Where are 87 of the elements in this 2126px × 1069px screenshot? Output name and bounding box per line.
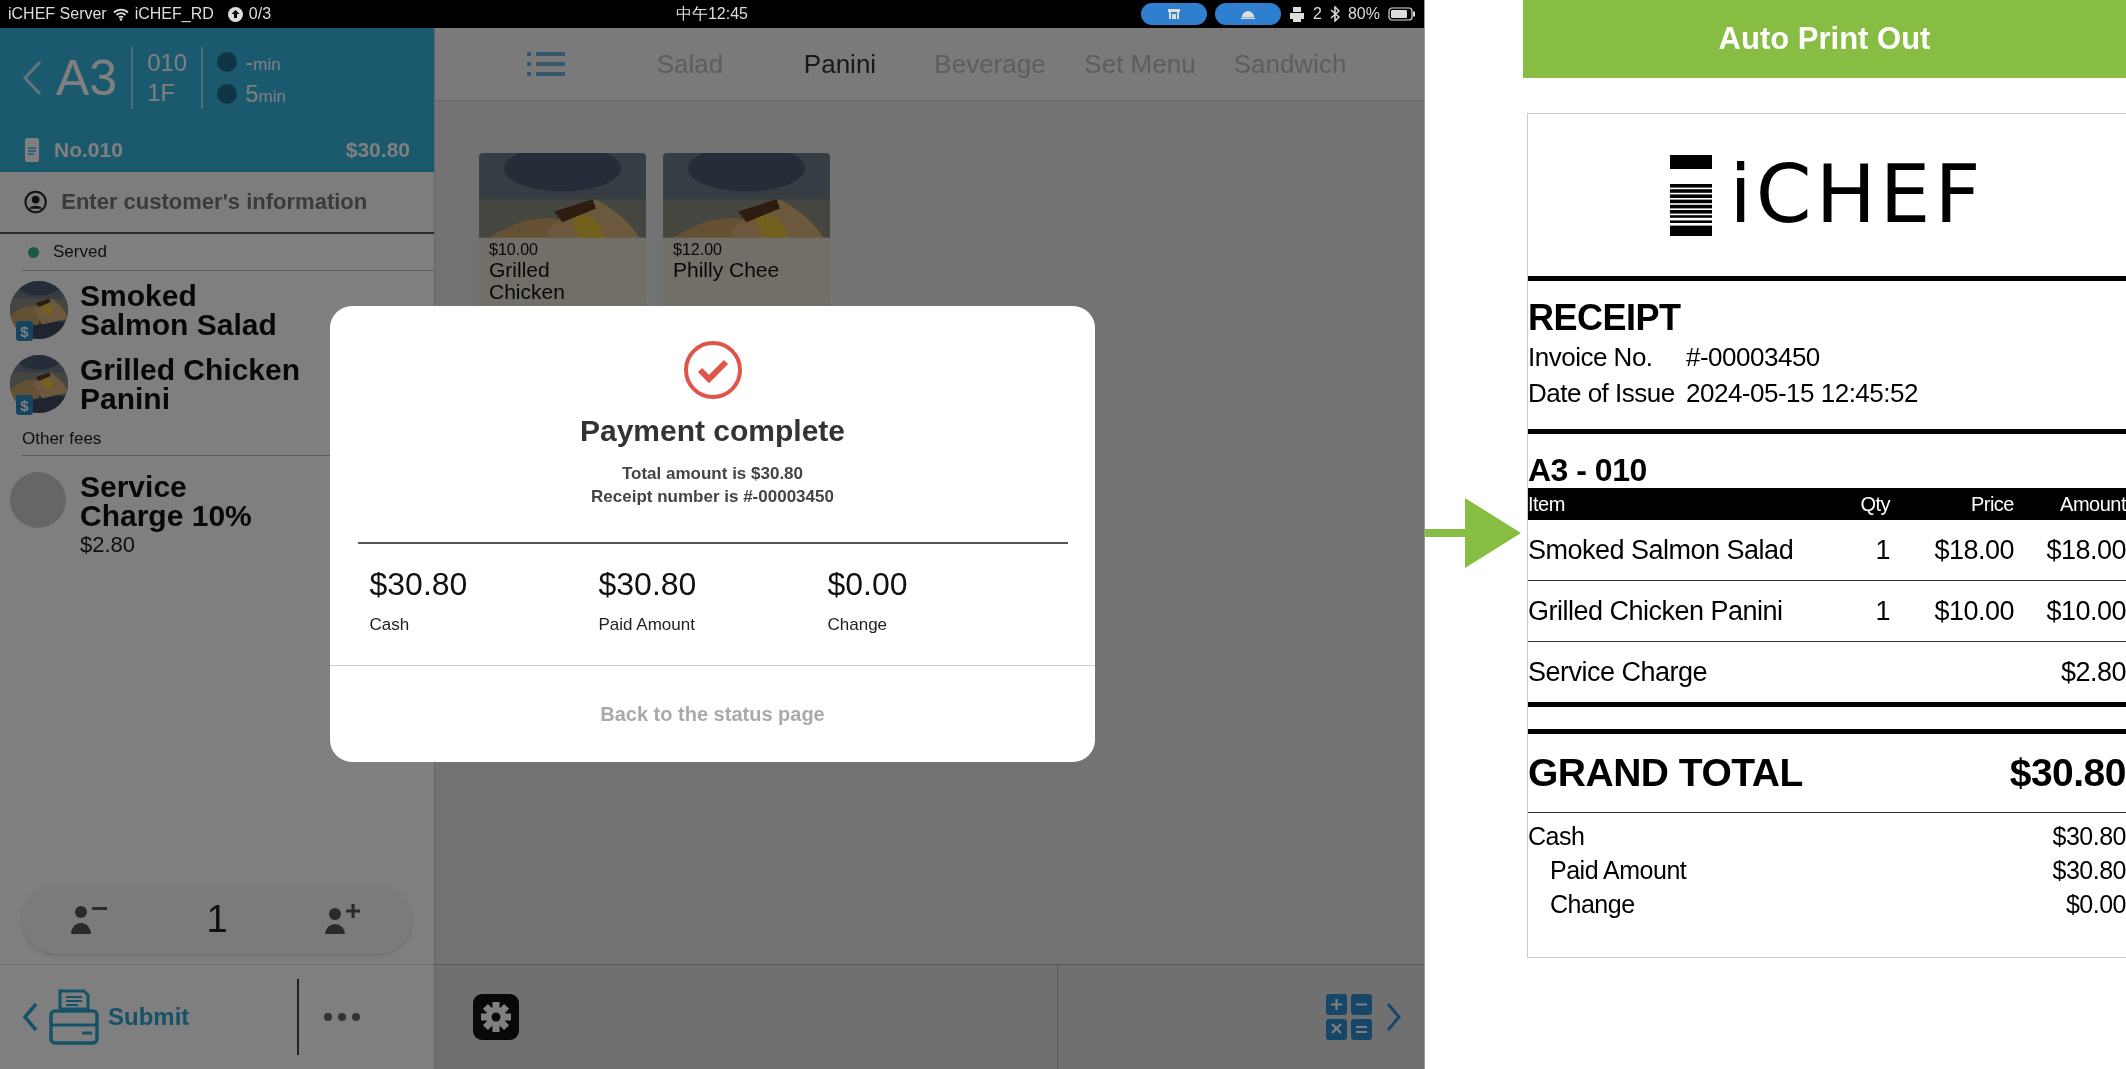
table-name: A3 bbox=[56, 49, 118, 107]
dialog-title: Payment complete bbox=[579, 414, 846, 448]
status-dot bbox=[28, 246, 39, 258]
amount-label: Paid Amount bbox=[598, 615, 696, 635]
menu-card[interactable]: $12.00 Philly Chee bbox=[663, 153, 830, 307]
bluetooth-icon bbox=[1329, 6, 1340, 22]
item-cell-text: Smoked Salmon Salad bbox=[1528, 534, 1795, 566]
payment-label: Cash bbox=[1528, 821, 1585, 852]
order-number: 010 bbox=[147, 48, 188, 78]
receipt-heading: RECEIPT bbox=[1528, 297, 1682, 339]
price-cell: $18.00 bbox=[1934, 534, 2014, 565]
order-item[interactable]: $ Grilled Chicken Panini bbox=[0, 345, 434, 419]
menu-icon[interactable] bbox=[527, 50, 565, 78]
battery-icon bbox=[1388, 7, 1416, 21]
timer-value: -min bbox=[245, 48, 281, 76]
clock-time: 中午12:45 bbox=[675, 3, 748, 24]
store-icon bbox=[1167, 8, 1182, 20]
table-header: Item Qty Price Amount bbox=[1528, 488, 2126, 520]
price-badge: $ bbox=[16, 395, 33, 415]
category-tab[interactable]: Panini bbox=[765, 48, 915, 80]
back-to-status-button[interactable]: Back to the status page bbox=[330, 666, 1095, 762]
price-cell: $10.00 bbox=[1934, 595, 2014, 626]
upload-icon bbox=[227, 6, 243, 22]
amount-cell-text: $2.80 bbox=[2059, 656, 2126, 688]
info-label: Date of Issue bbox=[1528, 377, 1676, 410]
order-item[interactable]: $ Smoked Salmon Salad bbox=[0, 271, 434, 345]
qty-cell: 1 bbox=[1875, 595, 1890, 626]
battery-level: 80% bbox=[1347, 5, 1380, 23]
status-label: Served bbox=[53, 242, 107, 262]
check-icon bbox=[682, 340, 743, 400]
floor-label: 1F bbox=[147, 78, 177, 108]
info-value: 2024-05-15 12:45:52 bbox=[1686, 377, 1918, 410]
sync-count: 0/3 bbox=[248, 5, 272, 23]
submit-button[interactable]: Submit bbox=[48, 989, 190, 1045]
amount-cell-text: $18.00 bbox=[2045, 534, 2126, 566]
info-value: #-00003450 bbox=[1686, 341, 1821, 374]
item-cell-text: Grilled Chicken Panini bbox=[1528, 595, 1784, 627]
calculator-icon[interactable] bbox=[1326, 994, 1372, 1040]
timer-value: 5min bbox=[245, 80, 286, 108]
amount-cell-text: $10.00 bbox=[2045, 595, 2126, 627]
settings-icon[interactable] bbox=[473, 994, 519, 1040]
price-badge: $ bbox=[16, 321, 33, 341]
qty-cell: 1 bbox=[1875, 534, 1890, 565]
device-name: iCHEF Server bbox=[8, 5, 107, 23]
customer-input[interactable]: Enter customer's information bbox=[61, 189, 410, 215]
payment-value: $0.00 bbox=[2065, 889, 2126, 920]
summary-line: Total amount is $30.80 bbox=[621, 463, 804, 485]
timer-dot bbox=[217, 84, 238, 104]
banner-title: Auto Print Out bbox=[1523, 0, 2126, 78]
amount-label: Change bbox=[827, 615, 889, 635]
grand-total-value: $30.80 bbox=[2009, 751, 2126, 795]
wifi-icon bbox=[112, 7, 129, 21]
summary-line: Receipt number is #-00003450 bbox=[591, 486, 834, 508]
bell-button[interactable] bbox=[1215, 3, 1282, 25]
printer-count: 2 bbox=[1313, 5, 1322, 23]
order-label: No.010 bbox=[54, 138, 123, 162]
amount-value: $30.80 bbox=[369, 566, 469, 603]
bell-icon bbox=[1240, 9, 1257, 19]
arrow-icon bbox=[1425, 498, 1521, 568]
forward-icon[interactable] bbox=[1386, 1002, 1402, 1032]
amount-value: $0.00 bbox=[827, 566, 909, 603]
amount-value: $30.80 bbox=[598, 566, 698, 603]
payment-value: $30.80 bbox=[2052, 821, 2126, 852]
item-cell-text: Service Charge bbox=[1528, 656, 1709, 688]
grand-total-label: GRAND TOTAL bbox=[1528, 751, 1803, 795]
fee-name: Service Charge 10% bbox=[80, 472, 252, 530]
payment-label: Paid Amount bbox=[1550, 855, 1687, 886]
timer-dot bbox=[217, 52, 238, 72]
network-name: iCHEF_RD bbox=[134, 5, 214, 23]
logo-text: iCHEF bbox=[1729, 155, 1985, 235]
person-icon bbox=[24, 190, 48, 214]
menu-card[interactable]: $10.00 Grilled Chicken bbox=[479, 153, 646, 307]
logo-icon bbox=[1669, 154, 1712, 236]
table-heading: A3 - 010 bbox=[1528, 452, 1648, 488]
guest-count: 1 bbox=[206, 897, 228, 941]
blank-thumbnail bbox=[10, 472, 66, 528]
info-label: Invoice No. bbox=[1528, 341, 1654, 374]
amount-label: Cash bbox=[369, 615, 411, 635]
store-button[interactable] bbox=[1141, 3, 1208, 25]
printer-icon bbox=[1289, 6, 1306, 22]
payment-value: $30.80 bbox=[2052, 855, 2126, 886]
fee-price: $2.80 bbox=[80, 532, 137, 558]
payment-label: Change bbox=[1550, 889, 1635, 920]
order-total: $30.80 bbox=[345, 138, 410, 162]
printer-icon bbox=[48, 989, 100, 1045]
back-icon[interactable] bbox=[22, 1002, 38, 1032]
receipt-icon bbox=[24, 137, 40, 163]
